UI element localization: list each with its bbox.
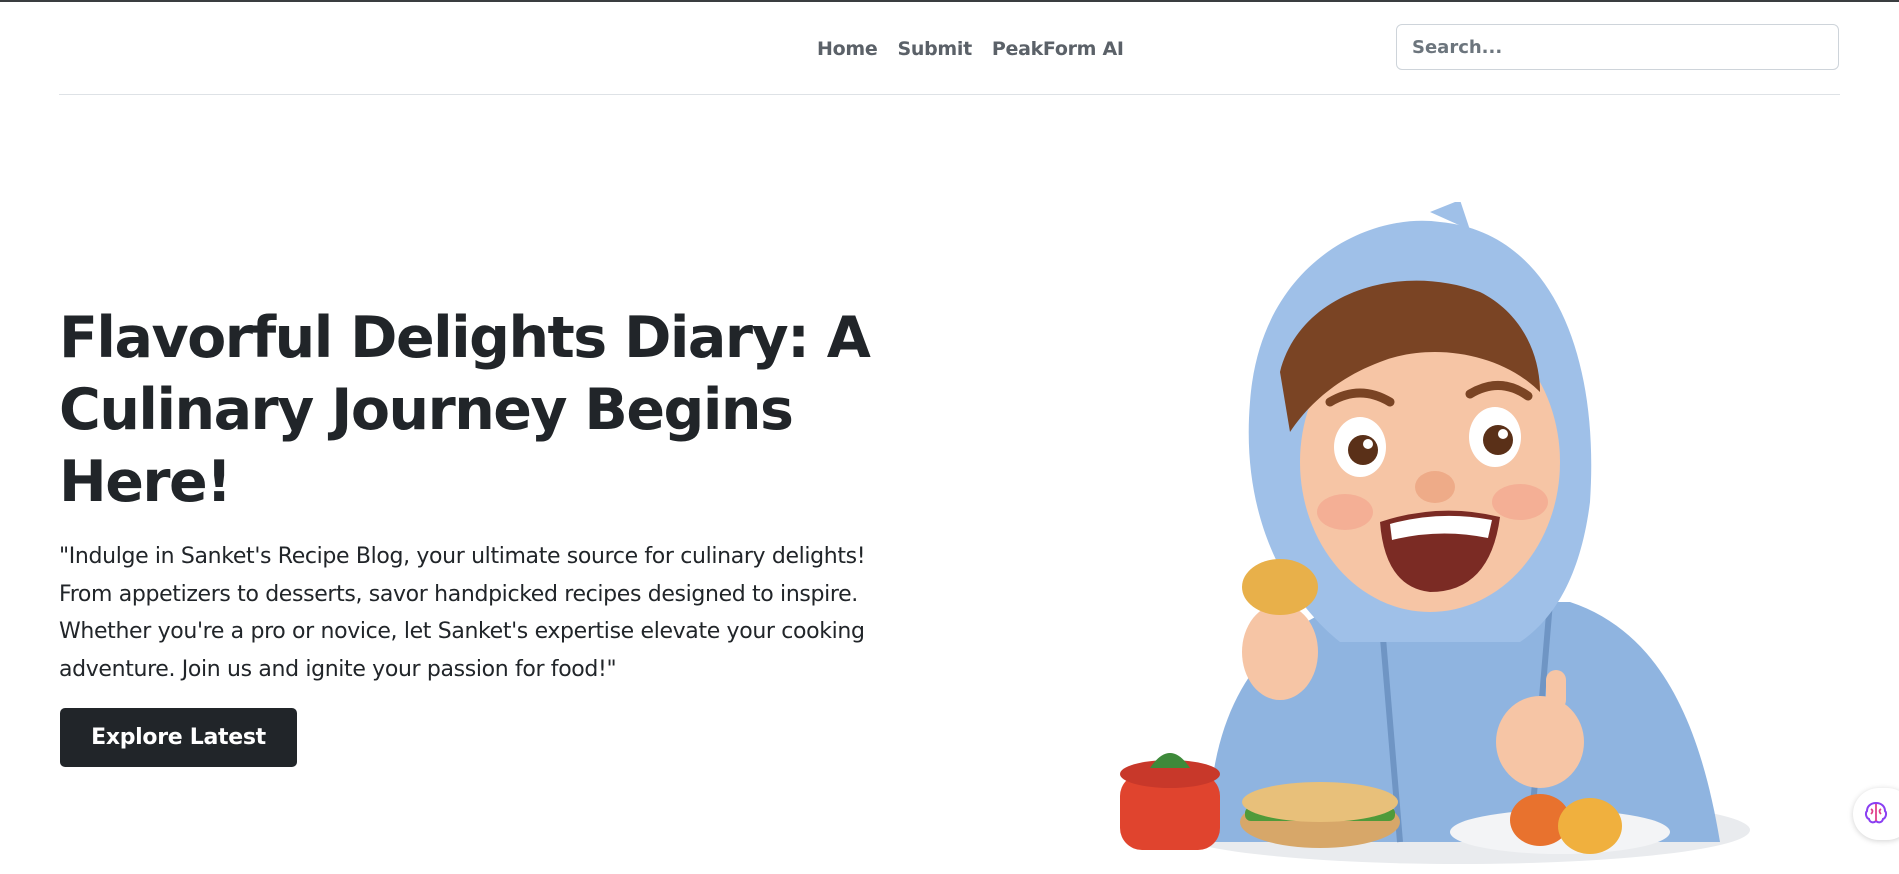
nav-link-peakform-ai[interactable]: PeakForm AI [982, 38, 1134, 60]
hero-description: "Indulge in Sanket's Recipe Blog, your u… [59, 544, 866, 682]
nav-link-submit[interactable]: Submit [887, 38, 981, 60]
nav-link-home[interactable]: Home [807, 38, 887, 60]
hero-title: Flavorful Delights Diary: A Culinary Jou… [59, 305, 871, 515]
search-input[interactable] [1396, 24, 1839, 70]
explore-latest-button[interactable]: Explore Latest [60, 708, 297, 767]
hero-illustration [1120, 202, 1750, 864]
navbar: Home Submit PeakForm AI [59, 2, 1840, 95]
nav-links: Home Submit PeakForm AI [807, 38, 1134, 60]
floating-assistant-button[interactable] [1853, 788, 1899, 840]
brain-icon [1864, 801, 1888, 824]
